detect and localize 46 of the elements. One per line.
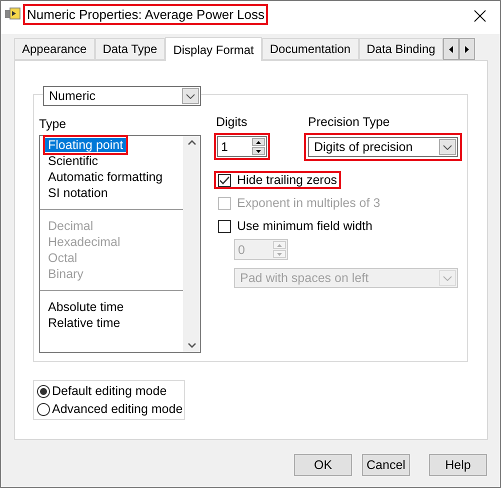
checkbox-label: Exponent in multiples of 3 [237,196,380,210]
radio-label: Default editing mode [52,384,167,399]
chevron-down-icon [443,144,452,150]
scroll-right-button[interactable] [459,38,476,60]
digits-spinbox[interactable]: 1 [217,136,267,157]
window-title: Numeric Properties: Average Power Loss [27,6,264,23]
left-arrow-icon [449,46,454,52]
list-item[interactable]: Absolute time [45,300,127,314]
checkbox-label: Use minimum field width [237,219,372,233]
tab[interactable]: Documentation [262,38,359,60]
type-label: Type [39,117,68,132]
close-icon[interactable] [474,10,486,22]
list-item[interactable]: Scientific [45,154,102,168]
app-icon [5,7,21,21]
down-arrow-icon [256,150,261,152]
down-arrow-icon [277,252,282,256]
right-arrow-icon [465,46,470,52]
up-arrow-icon [256,140,261,144]
list-item[interactable]: Automatic formatting [45,170,166,184]
precision-type-label: Precision Type [308,115,391,130]
radio-button[interactable] [37,403,50,416]
list-item[interactable]: Floating point [45,138,126,152]
radio-label: Advanced editing mode [52,402,183,417]
list-item[interactable]: Relative time [45,316,124,330]
list-item[interactable]: SI notation [45,186,111,200]
chevron-down-icon [443,276,452,280]
precision-type-dropdown[interactable]: Digits of precision [308,137,458,157]
dialog-button[interactable]: Help [429,454,487,476]
scroll-left-button[interactable] [443,38,460,60]
chevron-down-icon [188,343,196,348]
checkbox-label: Hide trailing zeros [237,173,338,187]
dialog-button[interactable]: OK [294,454,352,476]
tab[interactable]: Data Binding [358,38,444,60]
digits-label: Digits [216,115,248,130]
up-arrow-icon [277,244,282,246]
checkbox[interactable] [218,220,231,232]
chevron-down-icon [186,94,195,98]
format-dropdown[interactable]: Numeric [43,86,201,106]
radio-button[interactable] [37,385,50,398]
tab[interactable]: Data Type [94,38,166,60]
tab[interactable]: Appearance [14,38,95,60]
scrollbar[interactable] [183,136,200,352]
checkbox[interactable] [218,174,231,186]
chevron-up-icon [188,140,196,145]
dialog-button[interactable]: Cancel [362,454,410,476]
tab[interactable]: Display Format [165,37,262,61]
